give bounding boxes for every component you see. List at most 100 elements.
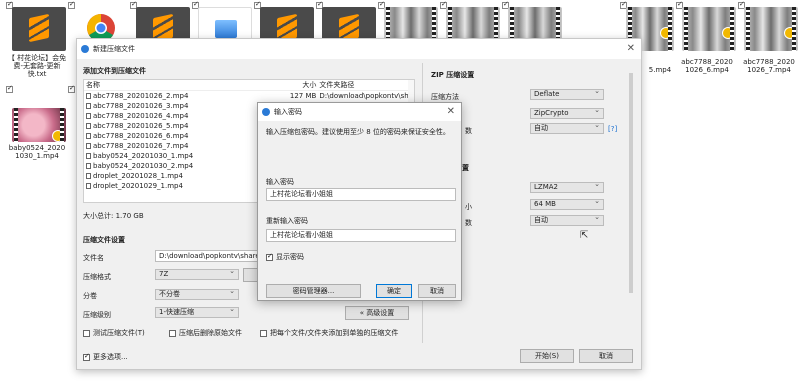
file-label: 【 村花论坛】会免费-无套路-更新快.txt [7, 54, 67, 78]
checkbox-label: 测试压缩文件(T) [93, 329, 145, 337]
desktop-file-item[interactable] [316, 0, 378, 51]
level-select[interactable]: 1-快速压缩 [155, 305, 239, 318]
filename-field[interactable]: D:\download\popkontv\share\pa [155, 250, 265, 262]
sevenzip-settings-heading: 置 [462, 164, 469, 172]
password-titlebar: 输入密码 ✕ [258, 103, 461, 121]
confirm-password-label: 重新输入密码 [266, 217, 308, 225]
desktop-file-item[interactable] [68, 0, 130, 42]
zip-method-label: 压缩方法 [431, 93, 459, 101]
close-icon[interactable]: ✕ [627, 43, 635, 54]
checkbox-box[interactable] [260, 329, 267, 337]
confirm-password-input[interactable]: 上村花论坛看小姐姐 [266, 229, 456, 242]
checkbox-box[interactable] [83, 329, 90, 337]
desktop-file-item[interactable]: 【 村花论坛】会免费-无套路-更新快.txt [6, 0, 68, 82]
help-link[interactable]: [?] [608, 125, 617, 133]
advanced-settings-button[interactable]: « 高级设置 [345, 306, 409, 320]
column-size[interactable]: 大小 [277, 80, 316, 90]
checkbox-label: 显示密码 [276, 253, 304, 261]
password-dialog-title: 输入密码 [274, 108, 302, 116]
file-icon [86, 143, 91, 149]
bandizip-logo-icon [262, 108, 270, 116]
file-name: abc7788_20201026_6.mp4 [93, 132, 189, 140]
file-label: 5.mp4 [648, 66, 672, 74]
ok-button[interactable]: 确定 [376, 284, 412, 298]
zip-encryption-select[interactable]: ZipCrypto [530, 106, 604, 119]
threads-select[interactable]: 自动 [530, 213, 604, 226]
file-name: abc7788_20201026_4.mp4 [93, 112, 189, 120]
desktop-file-item[interactable] [378, 0, 440, 51]
video-badge-icon [722, 27, 734, 39]
file-icon [86, 183, 91, 189]
dictionary-select[interactable]: 64 MB [530, 197, 604, 210]
desktop-file-item[interactable]: baby0524_2020 1030_1.mp4 [6, 84, 68, 166]
file-size: 127 MB [289, 92, 317, 100]
zip-method-select[interactable]: Deflate [530, 87, 604, 100]
file-icon [86, 123, 91, 129]
file-label: abc7788_2020 1026_6.mp4 [681, 58, 733, 74]
file-icon [86, 163, 91, 169]
volume-select[interactable]: 不分卷 [155, 287, 239, 300]
desktop-file-item[interactable] [254, 0, 316, 51]
checkbox-box[interactable] [266, 252, 273, 261]
cancel-button[interactable]: 取消 [418, 284, 456, 298]
sublime-text-icon [12, 7, 66, 51]
test-after-checkbox[interactable]: 测试压缩文件(T) [83, 328, 145, 338]
zip-threads-select[interactable]: 自动 [530, 121, 604, 134]
zip-threads-label: 数 [465, 127, 472, 135]
checkbox-box[interactable] [169, 329, 176, 337]
checkbox-label: 更多选项... [93, 353, 128, 361]
video-badge-icon [660, 27, 672, 39]
separate-archives-checkbox[interactable]: 把每个文件/文件夹添加到单独的压缩文件 [260, 328, 398, 338]
more-options-checkbox[interactable]: 更多选项... [83, 352, 128, 362]
format-select[interactable]: 7Z [155, 267, 239, 280]
add-files-heading: 添加文件到压缩文件 [83, 67, 146, 75]
file-name: droplet_20201029_1.mp4 [93, 182, 183, 190]
compress-settings-heading: 压缩文件设置 [83, 236, 125, 244]
zip-settings-heading: ZIP 压缩设置 [431, 71, 475, 79]
close-icon[interactable]: ✕ [447, 106, 455, 117]
volume-label: 分卷 [83, 292, 97, 300]
settings-scrollbar[interactable] [627, 63, 635, 333]
file-name: baby0524_20201030_2.mp4 [93, 162, 194, 170]
desktop-file-item[interactable]: abc7788_2020 1026_7.mp4 [738, 0, 800, 82]
level-label: 压缩级别 [83, 311, 111, 319]
selection-checkbox[interactable] [6, 84, 13, 93]
file-name: abc7788_20201026_3.mp4 [93, 102, 189, 110]
password-manager-button[interactable]: 密码管理器... [266, 284, 361, 298]
sevenzip-method-select[interactable]: LZMA2 [530, 180, 604, 193]
checkbox-label: 把每个文件/文件夹添加到单独的压缩文件 [270, 329, 399, 337]
column-path[interactable]: 文件夹路径 [316, 80, 414, 90]
file-name: abc7788_20201026_2.mp4 [93, 92, 189, 100]
file-name: baby0524_20201030_1.mp4 [93, 152, 194, 160]
bandizip-logo-icon [81, 45, 89, 53]
file-icon [86, 113, 91, 119]
video-thumbnail [12, 108, 66, 142]
file-list-header: 名称 大小 文件夹路径 [84, 80, 414, 91]
password-input[interactable]: 上村花论坛看小姐姐 [266, 188, 456, 201]
checkbox-label: 压缩后删除原始文件 [179, 329, 242, 337]
dictionary-label: 小 [465, 203, 472, 211]
desktop-file-item[interactable] [130, 0, 192, 51]
checkbox-box[interactable] [83, 352, 90, 361]
desktop-file-item[interactable] [192, 0, 254, 51]
delete-after-checkbox[interactable]: 压缩后删除原始文件 [169, 328, 242, 338]
file-path: D:\download\popkontv\share\pa [319, 92, 414, 100]
dialog-title: 新建压缩文件 [93, 45, 135, 53]
dialog-titlebar: 新建压缩文件 ✕ [77, 39, 641, 59]
column-name[interactable]: 名称 [86, 80, 277, 90]
file-icon [86, 133, 91, 139]
file-row[interactable]: abc7788_20201026_2.mp4 127 MB D:\download\… [84, 91, 414, 101]
desktop-file-item[interactable]: abc7788_2020 1026_6.mp4 [676, 0, 738, 82]
start-button[interactable]: 开始(S) [520, 349, 574, 363]
password-dialog: 输入密码 ✕ 输入压缩包密码。建议使用至少 8 位的密码来保证安全性。 输入密码… [257, 102, 462, 301]
desktop-file-item[interactable] [502, 0, 564, 51]
mouse-cursor-icon: ⇱ [580, 230, 589, 241]
file-name: abc7788_20201026_7.mp4 [93, 142, 189, 150]
file-icon [86, 103, 91, 109]
selection-checkbox[interactable] [68, 84, 75, 93]
file-label: abc7788_2020 1026_7.mp4 [743, 58, 795, 74]
show-password-checkbox[interactable]: 显示密码 [266, 252, 304, 262]
cancel-button[interactable]: 取消 [579, 349, 633, 363]
filename-label: 文件名 [83, 254, 104, 262]
desktop-file-item[interactable] [440, 0, 502, 51]
